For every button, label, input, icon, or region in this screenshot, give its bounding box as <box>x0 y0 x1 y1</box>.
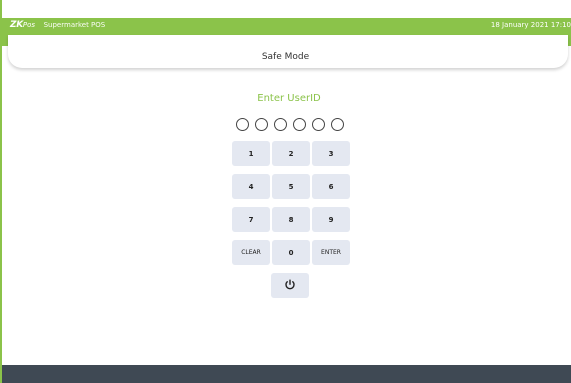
key-0[interactable]: 0 <box>272 240 310 265</box>
app-name: Supermarket POS <box>43 21 106 29</box>
login-prompt: Enter UserID <box>257 93 321 104</box>
userid-dot-4 <box>293 118 306 131</box>
enter-button[interactable]: ENTER <box>312 240 350 265</box>
userid-dot-6 <box>331 118 344 131</box>
clear-button[interactable]: CLEAR <box>232 240 270 265</box>
brand-block: ZKPos Supermarket POS <box>10 20 105 30</box>
key-4[interactable]: 4 <box>232 174 270 199</box>
userid-dot-3 <box>274 118 287 131</box>
key-1[interactable]: 1 <box>232 141 270 166</box>
key-8[interactable]: 8 <box>272 207 310 232</box>
userid-dot-1 <box>236 118 249 131</box>
key-9[interactable]: 9 <box>312 207 350 232</box>
key-3[interactable]: 3 <box>312 141 350 166</box>
userid-dot-5 <box>312 118 325 131</box>
power-button[interactable] <box>271 273 309 298</box>
key-6[interactable]: 6 <box>312 174 350 199</box>
userid-indicator <box>236 118 344 131</box>
page-title: Safe Mode <box>261 52 310 62</box>
userid-dot-2 <box>255 118 268 131</box>
key-2[interactable]: 2 <box>272 141 310 166</box>
key-7[interactable]: 7 <box>232 207 270 232</box>
app-frame: ZKPos Supermarket POS 18 January 2021 17… <box>0 0 571 383</box>
key-5[interactable]: 5 <box>272 174 310 199</box>
power-icon <box>284 276 296 295</box>
footer-bar <box>2 365 571 383</box>
logo-zk: ZK <box>10 20 23 30</box>
datetime-label: 18 January 2021 17:10 <box>490 21 571 29</box>
logo-pos: Pos <box>22 21 36 29</box>
